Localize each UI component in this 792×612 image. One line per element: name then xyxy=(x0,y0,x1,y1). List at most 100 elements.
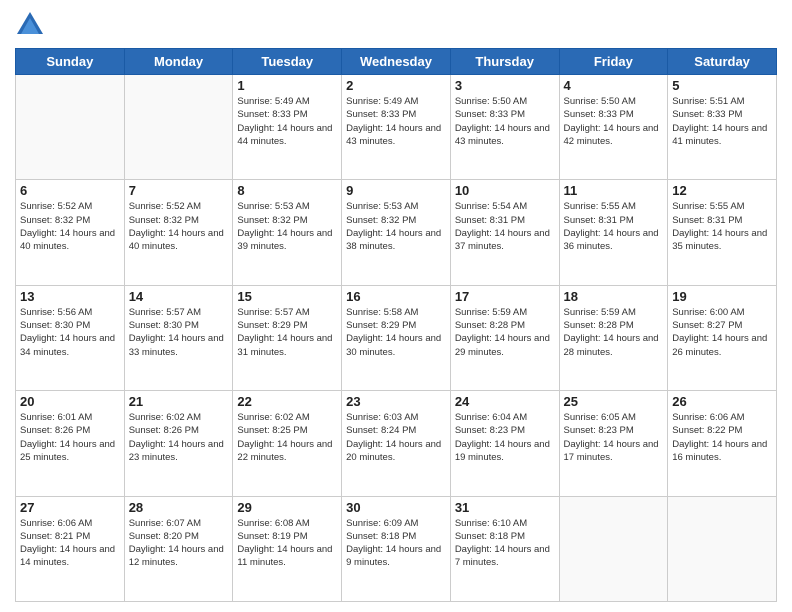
day-number: 21 xyxy=(129,394,229,409)
day-number: 7 xyxy=(129,183,229,198)
cell-info: Sunrise: 6:07 AMSunset: 8:20 PMDaylight:… xyxy=(129,517,229,570)
cell-info: Sunrise: 6:02 AMSunset: 8:26 PMDaylight:… xyxy=(129,411,229,464)
day-number: 4 xyxy=(564,78,664,93)
cell-info: Sunrise: 5:49 AMSunset: 8:33 PMDaylight:… xyxy=(237,95,337,148)
calendar-cell: 17Sunrise: 5:59 AMSunset: 8:28 PMDayligh… xyxy=(450,285,559,390)
calendar-cell: 25 Sunrise: 6:05 AMSunset: 8:23 PMDayligh… xyxy=(559,391,668,496)
day-number: 31 xyxy=(455,500,555,515)
calendar-week-1: 6 Sunrise: 5:52 AMSunset: 8:32 PMDaylight… xyxy=(16,180,777,285)
calendar-cell: 29 Sunrise: 6:08 AMSunset: 8:19 PMDayligh… xyxy=(233,496,342,601)
calendar-cell: 2Sunrise: 5:49 AMSunset: 8:33 PMDaylight… xyxy=(342,75,451,180)
day-number: 17 xyxy=(455,289,555,304)
calendar-cell: 13 Sunrise: 5:56 AMSunset: 8:30 PMDayligh… xyxy=(16,285,125,390)
calendar-cell: 1 Sunrise: 5:49 AMSunset: 8:33 PMDaylight… xyxy=(233,75,342,180)
cell-info: Sunrise: 5:51 AMSunset: 8:33 PMDaylight:… xyxy=(672,95,772,148)
cell-info: Sunrise: 5:53 AMSunset: 8:32 PMDaylight:… xyxy=(346,200,446,253)
day-number: 22 xyxy=(237,394,337,409)
day-number: 23 xyxy=(346,394,446,409)
calendar-cell: 6 Sunrise: 5:52 AMSunset: 8:32 PMDaylight… xyxy=(16,180,125,285)
calendar-cell xyxy=(16,75,125,180)
day-number: 10 xyxy=(455,183,555,198)
calendar-cell xyxy=(124,75,233,180)
day-header-thursday: Thursday xyxy=(450,49,559,75)
calendar-cell xyxy=(559,496,668,601)
cell-info: Sunrise: 5:55 AMSunset: 8:31 PMDaylight:… xyxy=(564,200,664,253)
day-number: 1 xyxy=(237,78,337,93)
calendar-week-3: 20Sunrise: 6:01 AMSunset: 8:26 PMDayligh… xyxy=(16,391,777,496)
day-number: 14 xyxy=(129,289,229,304)
calendar-cell: 31 Sunrise: 6:10 AMSunset: 8:18 PMDayligh… xyxy=(450,496,559,601)
day-number: 11 xyxy=(564,183,664,198)
calendar-cell: 16Sunrise: 5:58 AMSunset: 8:29 PMDayligh… xyxy=(342,285,451,390)
calendar-cell xyxy=(668,496,777,601)
day-number: 26 xyxy=(672,394,772,409)
logo xyxy=(15,10,49,40)
cell-info: Sunrise: 6:08 AMSunset: 8:19 PMDaylight:… xyxy=(237,517,337,570)
logo-icon xyxy=(15,10,45,40)
cell-info: Sunrise: 5:52 AMSunset: 8:32 PMDaylight:… xyxy=(129,200,229,253)
calendar-cell: 18 Sunrise: 5:59 AMSunset: 8:28 PMDayligh… xyxy=(559,285,668,390)
calendar-cell: 8 Sunrise: 5:53 AMSunset: 8:32 PMDaylight… xyxy=(233,180,342,285)
calendar-header-row: SundayMondayTuesdayWednesdayThursdayFrid… xyxy=(16,49,777,75)
cell-info: Sunrise: 6:10 AMSunset: 8:18 PMDaylight:… xyxy=(455,517,555,570)
calendar-cell: 26 Sunrise: 6:06 AMSunset: 8:22 PMDayligh… xyxy=(668,391,777,496)
cell-info: Sunrise: 5:57 AMSunset: 8:30 PMDaylight:… xyxy=(129,306,229,359)
day-number: 25 xyxy=(564,394,664,409)
day-number: 19 xyxy=(672,289,772,304)
day-number: 16 xyxy=(346,289,446,304)
calendar-week-2: 13 Sunrise: 5:56 AMSunset: 8:30 PMDayligh… xyxy=(16,285,777,390)
calendar-cell: 9 Sunrise: 5:53 AMSunset: 8:32 PMDaylight… xyxy=(342,180,451,285)
day-header-monday: Monday xyxy=(124,49,233,75)
day-number: 29 xyxy=(237,500,337,515)
calendar-cell: 14 Sunrise: 5:57 AMSunset: 8:30 PMDayligh… xyxy=(124,285,233,390)
day-header-sunday: Sunday xyxy=(16,49,125,75)
page: SundayMondayTuesdayWednesdayThursdayFrid… xyxy=(0,0,792,612)
cell-info: Sunrise: 5:57 AMSunset: 8:29 PMDaylight:… xyxy=(237,306,337,359)
cell-info: Sunrise: 5:52 AMSunset: 8:32 PMDaylight:… xyxy=(20,200,120,253)
cell-info: Sunrise: 6:02 AMSunset: 8:25 PMDaylight:… xyxy=(237,411,337,464)
cell-info: Sunrise: 5:59 AMSunset: 8:28 PMDaylight:… xyxy=(564,306,664,359)
cell-info: Sunrise: 6:09 AMSunset: 8:18 PMDaylight:… xyxy=(346,517,446,570)
cell-info: Sunrise: 5:50 AMSunset: 8:33 PMDaylight:… xyxy=(564,95,664,148)
day-number: 13 xyxy=(20,289,120,304)
day-number: 5 xyxy=(672,78,772,93)
calendar-week-0: 1 Sunrise: 5:49 AMSunset: 8:33 PMDaylight… xyxy=(16,75,777,180)
calendar-table: SundayMondayTuesdayWednesdayThursdayFrid… xyxy=(15,48,777,602)
calendar-cell: 20Sunrise: 6:01 AMSunset: 8:26 PMDayligh… xyxy=(16,391,125,496)
cell-info: Sunrise: 5:55 AMSunset: 8:31 PMDaylight:… xyxy=(672,200,772,253)
cell-info: Sunrise: 5:50 AMSunset: 8:33 PMDaylight:… xyxy=(455,95,555,148)
calendar-cell: 7 Sunrise: 5:52 AMSunset: 8:32 PMDaylight… xyxy=(124,180,233,285)
day-header-wednesday: Wednesday xyxy=(342,49,451,75)
calendar-week-4: 27 Sunrise: 6:06 AMSunset: 8:21 PMDayligh… xyxy=(16,496,777,601)
calendar-cell: 28 Sunrise: 6:07 AMSunset: 8:20 PMDayligh… xyxy=(124,496,233,601)
calendar-cell: 22 Sunrise: 6:02 AMSunset: 8:25 PMDayligh… xyxy=(233,391,342,496)
calendar-cell: 12Sunrise: 5:55 AMSunset: 8:31 PMDayligh… xyxy=(668,180,777,285)
cell-info: Sunrise: 6:03 AMSunset: 8:24 PMDaylight:… xyxy=(346,411,446,464)
calendar-cell: 30 Sunrise: 6:09 AMSunset: 8:18 PMDayligh… xyxy=(342,496,451,601)
calendar-cell: 21 Sunrise: 6:02 AMSunset: 8:26 PMDayligh… xyxy=(124,391,233,496)
day-number: 27 xyxy=(20,500,120,515)
cell-info: Sunrise: 6:00 AMSunset: 8:27 PMDaylight:… xyxy=(672,306,772,359)
day-number: 24 xyxy=(455,394,555,409)
cell-info: Sunrise: 5:53 AMSunset: 8:32 PMDaylight:… xyxy=(237,200,337,253)
calendar-cell: 5 Sunrise: 5:51 AMSunset: 8:33 PMDaylight… xyxy=(668,75,777,180)
day-header-friday: Friday xyxy=(559,49,668,75)
day-number: 18 xyxy=(564,289,664,304)
day-number: 9 xyxy=(346,183,446,198)
day-number: 28 xyxy=(129,500,229,515)
cell-info: Sunrise: 6:05 AMSunset: 8:23 PMDaylight:… xyxy=(564,411,664,464)
calendar-cell: 11 Sunrise: 5:55 AMSunset: 8:31 PMDayligh… xyxy=(559,180,668,285)
cell-info: Sunrise: 6:06 AMSunset: 8:21 PMDaylight:… xyxy=(20,517,120,570)
day-number: 15 xyxy=(237,289,337,304)
calendar-cell: 19 Sunrise: 6:00 AMSunset: 8:27 PMDayligh… xyxy=(668,285,777,390)
calendar-cell: 3Sunrise: 5:50 AMSunset: 8:33 PMDaylight… xyxy=(450,75,559,180)
day-header-tuesday: Tuesday xyxy=(233,49,342,75)
day-number: 8 xyxy=(237,183,337,198)
header xyxy=(15,10,777,40)
cell-info: Sunrise: 5:56 AMSunset: 8:30 PMDaylight:… xyxy=(20,306,120,359)
day-number: 30 xyxy=(346,500,446,515)
calendar-cell: 10Sunrise: 5:54 AMSunset: 8:31 PMDayligh… xyxy=(450,180,559,285)
calendar-cell: 4 Sunrise: 5:50 AMSunset: 8:33 PMDaylight… xyxy=(559,75,668,180)
day-number: 6 xyxy=(20,183,120,198)
cell-info: Sunrise: 6:06 AMSunset: 8:22 PMDaylight:… xyxy=(672,411,772,464)
